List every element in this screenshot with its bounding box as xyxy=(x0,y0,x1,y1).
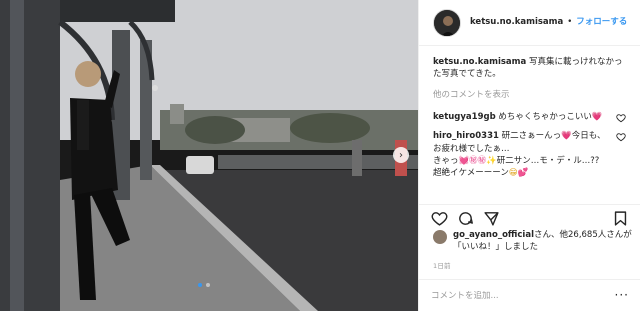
action-bar xyxy=(419,204,640,228)
heart-icon xyxy=(431,212,448,226)
bookmark-icon xyxy=(614,211,627,226)
comment-emoji-3: 😁💕 xyxy=(508,168,529,179)
comment-heart-icon[interactable] xyxy=(616,132,626,142)
carousel-dot-active xyxy=(198,283,202,287)
photo-illustration xyxy=(0,0,418,311)
post-timestamp[interactable]: 1日前 xyxy=(433,262,451,271)
comment-emoji: 💗 xyxy=(591,111,603,122)
view-more-comments[interactable]: 他のコメントを表示 xyxy=(433,89,626,101)
comment-text-line3b: ✨研二サン…モ・デ・ル…?? xyxy=(486,155,600,166)
likes-summary: go_ayano_officialさん、他26,685人さんが「いいね！」しまし… xyxy=(433,229,633,254)
like-button[interactable] xyxy=(431,210,448,227)
comment-text-line4: 超絶イケメーーーン xyxy=(433,168,509,179)
comment-icon xyxy=(459,212,473,225)
carousel-indicator xyxy=(198,283,210,287)
follow-button[interactable]: フォローする xyxy=(576,16,627,28)
comment-emoji-2: 💓㊙㊙ xyxy=(458,155,487,166)
post-photo[interactable]: › xyxy=(0,0,418,311)
likes-text-block: go_ayano_officialさん、他26,685人さんが「いいね！」しまし… xyxy=(453,229,633,254)
comment-username[interactable]: hiro_hiro0331 xyxy=(433,131,499,141)
post-sidebar: ketsu.no.kamisama • フォローする ketsu.no.kami… xyxy=(418,0,640,311)
save-button[interactable] xyxy=(612,210,629,227)
comment-heart-icon[interactable] xyxy=(616,113,626,123)
comment-text: 研二さぁーんっ xyxy=(498,131,562,142)
share-icon xyxy=(484,212,499,226)
comment-emoji: 💗 xyxy=(561,131,572,142)
comment-item: ketugya19gb めちゃくちゃかっこいい💗 xyxy=(433,111,626,123)
caption-username[interactable]: ketsu.no.kamisama xyxy=(433,57,526,67)
add-comment-bar: ··· xyxy=(419,279,640,311)
next-photo-button[interactable]: › xyxy=(393,147,409,163)
header-username[interactable]: ketsu.no.kamisama xyxy=(470,16,563,28)
comment-button[interactable] xyxy=(457,210,474,227)
caption: ketsu.no.kamisama 写真集に載っけれなかった写真でてきた。 xyxy=(433,56,626,81)
comments-list: ketsu.no.kamisama 写真集に載っけれなかった写真でてきた。 他の… xyxy=(419,46,640,200)
header-separator: • xyxy=(567,17,573,28)
share-button[interactable] xyxy=(483,210,500,227)
post-header: ketsu.no.kamisama • フォローする xyxy=(419,0,640,46)
comment-text: めちゃくちゃかっこいい xyxy=(495,111,592,122)
comment-username[interactable]: ketugya19gb xyxy=(433,112,496,122)
more-options-button[interactable]: ··· xyxy=(615,287,629,304)
liker-avatar[interactable] xyxy=(433,230,447,244)
carousel-dot xyxy=(206,283,210,287)
liker-username[interactable]: go_ayano_official xyxy=(453,230,534,240)
comment-text-line3: きゃっ xyxy=(433,155,459,166)
avatar[interactable] xyxy=(433,8,461,37)
comment-item: hiro_hiro0331 研二さぁーんっ💗今日も、お疲れ様でしたぁ… きゃっ💓… xyxy=(433,130,626,179)
chevron-right-icon: › xyxy=(399,149,403,161)
avatar-image xyxy=(434,9,460,36)
comment-input[interactable] xyxy=(431,290,611,301)
